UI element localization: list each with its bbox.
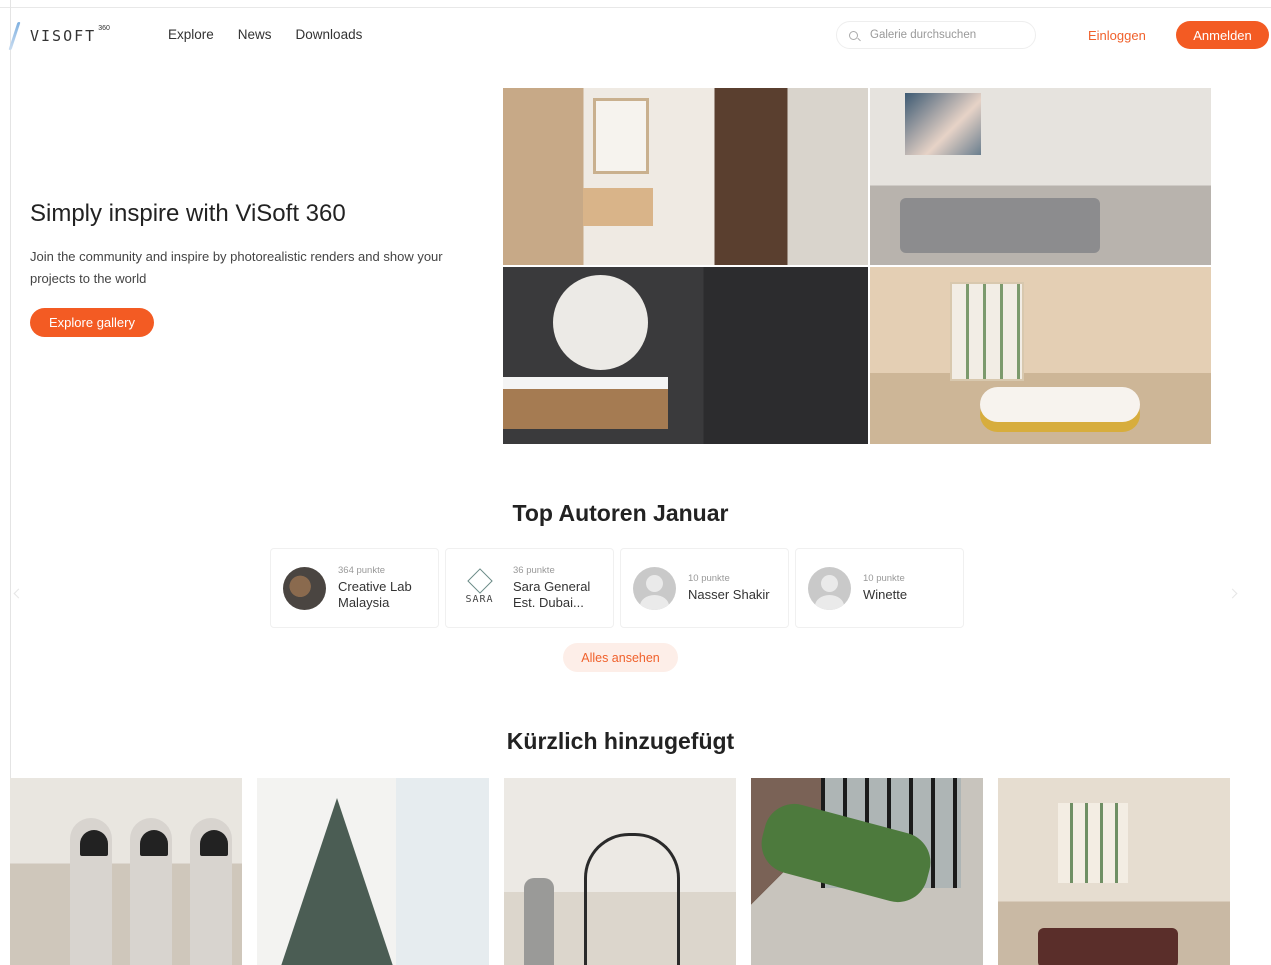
author-points: 36 punkte [513, 565, 555, 576]
see-all-authors-button[interactable]: Alles ansehen [563, 643, 678, 672]
recently-added-title: Kürzlich hinzugefügt [506, 728, 735, 754]
search-icon [849, 30, 858, 40]
avatar: SARA [458, 566, 501, 610]
gallery-thumbnail[interactable] [751, 778, 983, 965]
author-card[interactable]: 10 punkte Nasser Shakir [620, 548, 789, 628]
hero-image-bathroom-dark[interactable] [503, 267, 868, 444]
author-name: Sara General Est. Dubai... [513, 579, 591, 610]
sara-logo-icon [466, 567, 493, 594]
search-box[interactable] [836, 21, 1036, 49]
recently-added-gallery [10, 778, 1230, 965]
chevron-right-icon[interactable] [1227, 588, 1238, 599]
chevron-left-icon[interactable] [13, 588, 24, 599]
explore-gallery-button[interactable]: Explore gallery [30, 308, 154, 337]
author-card[interactable]: 364 punkte Creative Lab Malaysia [270, 548, 439, 628]
main-nav: Explore News Downloads [168, 27, 362, 42]
gallery-thumbnail[interactable] [998, 778, 1230, 965]
author-name: Nasser Shakir [688, 587, 770, 602]
author-name: Creative Lab Malaysia [338, 579, 412, 610]
visoft-logo[interactable]: VISOFT 360 [10, 22, 110, 50]
logo-superscript: 360 [98, 25, 110, 32]
author-points: 364 punkte [338, 565, 386, 576]
sara-logo-text: SARA [465, 593, 494, 605]
hero-title: Simply inspire with ViSoft 360 [30, 200, 346, 227]
default-user-icon [633, 566, 676, 610]
hero-image-bedroom[interactable] [870, 88, 1211, 265]
logo-mark-icon [10, 22, 22, 50]
author-points: 10 punkte [688, 573, 730, 584]
hero-image-bathroom-wood[interactable] [503, 88, 868, 265]
top-authors-title: Top Autoren Januar [512, 500, 729, 526]
author-card[interactable]: SARA 36 punkte Sara General Est. Dubai..… [445, 548, 614, 628]
author-points: 10 punkte [863, 573, 905, 584]
default-user-icon [808, 566, 851, 610]
top-authors-list: 364 punkte Creative Lab Malaysia SARA 36… [270, 548, 964, 628]
gallery-thumbnail[interactable] [10, 778, 242, 965]
author-card[interactable]: 10 punkte Winette [795, 548, 964, 628]
nav-item-downloads[interactable]: Downloads [296, 27, 363, 42]
hero-image-dining-room[interactable] [870, 267, 1211, 444]
nav-item-news[interactable]: News [238, 27, 272, 42]
login-link[interactable]: Einloggen [1088, 28, 1146, 43]
search-input[interactable] [870, 29, 1020, 41]
hero-image-mosaic [503, 88, 1211, 444]
site-header: VISOFT 360 Explore News Downloads Einlog… [0, 8, 1271, 62]
logo-text: VISOFT [30, 27, 97, 45]
gallery-thumbnail[interactable] [257, 778, 489, 965]
gallery-thumbnail[interactable] [504, 778, 736, 965]
nav-item-explore[interactable]: Explore [168, 27, 214, 42]
hero-subtitle: Join the community and inspire by photor… [30, 249, 443, 286]
author-name: Winette [863, 587, 908, 602]
avatar [283, 566, 326, 610]
signup-button[interactable]: Anmelden [1176, 21, 1269, 49]
